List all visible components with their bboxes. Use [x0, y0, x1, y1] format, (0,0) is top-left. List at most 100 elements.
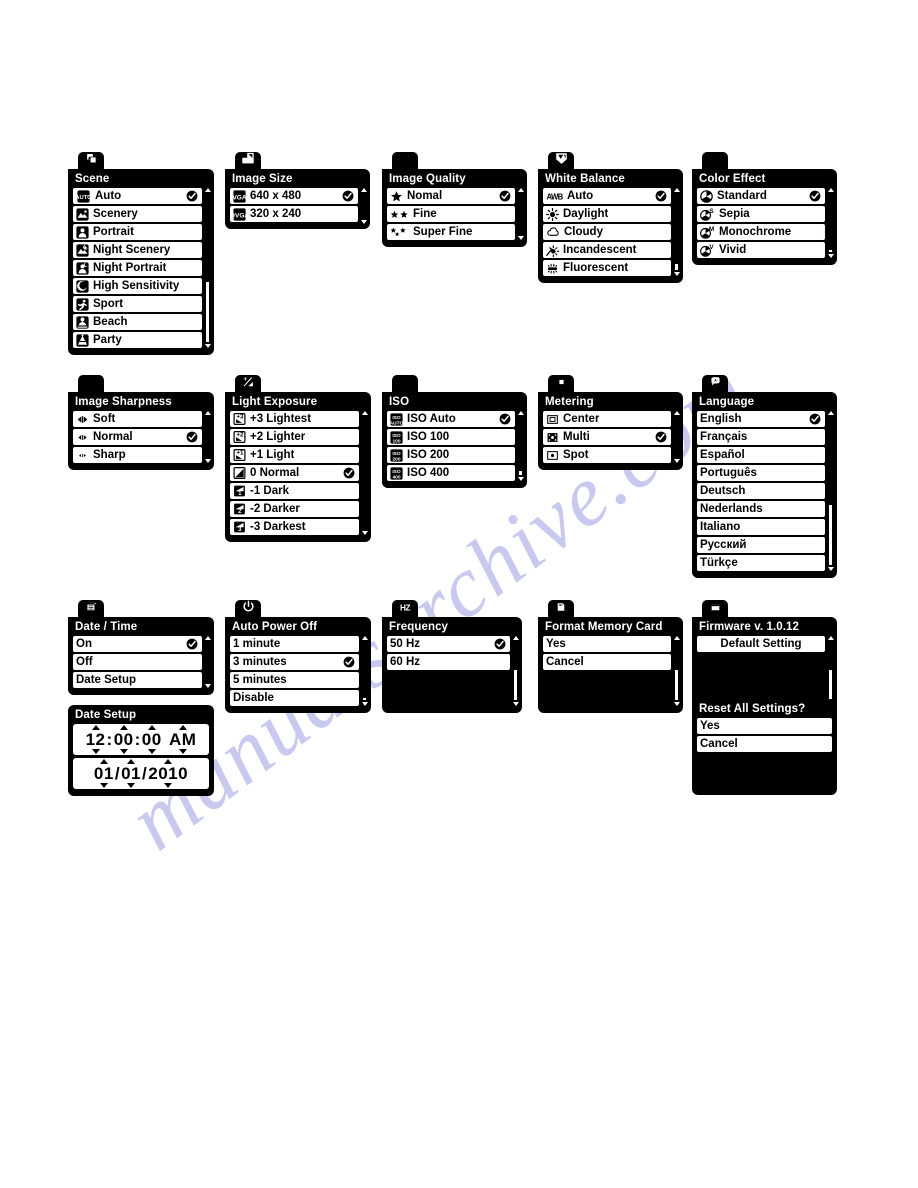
- scrollbar-track[interactable]: [828, 193, 833, 253]
- menu-item-color-effect-3[interactable]: V Vivid: [697, 242, 825, 258]
- menu-item-white-balance-2[interactable]: Cloudy: [543, 224, 671, 240]
- menu-item-scene-1[interactable]: Scenery: [73, 206, 202, 222]
- menu-item-firmware-0[interactable]: Default Setting: [697, 636, 825, 652]
- scrollbar-track[interactable]: [828, 641, 833, 701]
- scrollbar-track[interactable]: [518, 416, 523, 476]
- menu-item-iso-3[interactable]: ISO 400 ISO 400: [387, 465, 515, 481]
- scroll-up-arrow-icon[interactable]: [673, 411, 680, 415]
- panel-tab-metering[interactable]: [548, 375, 574, 393]
- menu-item-date-time-1[interactable]: Off: [73, 654, 202, 670]
- scrollbar[interactable]: [673, 188, 680, 276]
- menu-item-scene-5[interactable]: High Sensitivity: [73, 278, 202, 294]
- scroll-down-arrow-icon[interactable]: [673, 459, 680, 463]
- scrollbar-thumb[interactable]: [363, 642, 366, 698]
- panel-tab-date-time[interactable]: [78, 600, 104, 618]
- spinner-down-arrow-icon[interactable]: [91, 749, 100, 754]
- scrollbar-track[interactable]: [361, 193, 366, 219]
- hour-stepper[interactable]: 12: [86, 725, 106, 754]
- menu-item-language-7[interactable]: Русский: [697, 537, 825, 553]
- menu-item-scene-7[interactable]: Beach: [73, 314, 202, 330]
- menu-item-light-exposure-1[interactable]: +2 +2 Lighter: [230, 429, 359, 445]
- menu-item-light-exposure-0[interactable]: +3 +3 Lightest: [230, 411, 359, 427]
- panel-tab-auto-power-off[interactable]: [235, 600, 261, 618]
- menu-item-image-size-1[interactable]: QVGA 320 x 240: [230, 206, 358, 222]
- menu-item-light-exposure-2[interactable]: +1 +1 Light: [230, 447, 359, 463]
- menu-item-scene-3[interactable]: Night Scenery: [73, 242, 202, 258]
- scrollbar[interactable]: [827, 636, 834, 706]
- scrollbar-thumb[interactable]: [829, 194, 832, 250]
- panel-tab-image-size[interactable]: [235, 152, 261, 170]
- menu-item-white-balance-4[interactable]: Fluorescent: [543, 260, 671, 276]
- scrollbar-thumb[interactable]: [675, 417, 678, 457]
- scrollbar-track[interactable]: [362, 416, 367, 530]
- spinner-down-arrow-icon[interactable]: [178, 749, 187, 754]
- scroll-down-arrow-icon[interactable]: [204, 684, 211, 688]
- menu-item-light-exposure-5[interactable]: 2 -2 Darker: [230, 501, 359, 517]
- menu-item-format-memory-card-0[interactable]: Yes: [543, 636, 671, 652]
- menu-item-color-effect-0[interactable]: Standard: [697, 188, 825, 204]
- scroll-down-arrow-icon[interactable]: [517, 477, 524, 481]
- menu-item-light-exposure-6[interactable]: 3 -3 Darkest: [230, 519, 359, 535]
- scrollbar-thumb[interactable]: [206, 417, 209, 457]
- menu-item-metering-2[interactable]: Spot: [543, 447, 671, 463]
- scroll-up-arrow-icon[interactable]: [673, 188, 680, 192]
- scroll-up-arrow-icon[interactable]: [827, 188, 834, 192]
- spinner-down-arrow-icon[interactable]: [147, 749, 156, 754]
- menu-item-image-sharpness-1[interactable]: Normal: [73, 429, 202, 445]
- menu-item-metering-1[interactable]: Multi: [543, 429, 671, 445]
- scrollbar[interactable]: [204, 636, 211, 688]
- scrollbar[interactable]: [512, 636, 519, 706]
- scroll-up-arrow-icon[interactable]: [204, 188, 211, 192]
- scrollbar-track[interactable]: [518, 193, 523, 235]
- menu-item-scene-2[interactable]: Portrait: [73, 224, 202, 240]
- scrollbar-track[interactable]: [674, 193, 679, 271]
- scrollbar-thumb[interactable]: [519, 417, 522, 471]
- scroll-down-arrow-icon[interactable]: [827, 254, 834, 258]
- panel-tab-scene[interactable]: [78, 152, 104, 170]
- menu-item-iso-0[interactable]: ISO AUTO ISO Auto: [387, 411, 515, 427]
- scrollbar-track[interactable]: [674, 641, 679, 701]
- menu-item-language-6[interactable]: Italiano: [697, 519, 825, 535]
- second-stepper[interactable]: 00: [142, 725, 162, 754]
- panel-tab-firmware[interactable]: [702, 600, 728, 618]
- scroll-down-arrow-icon[interactable]: [204, 344, 211, 348]
- scrollbar[interactable]: [673, 411, 680, 463]
- menu-item-frequency-1[interactable]: 60 Hz: [387, 654, 510, 670]
- menu-item-light-exposure-3[interactable]: 0 Normal: [230, 465, 359, 481]
- menu-item-white-balance-0[interactable]: AWB Auto: [543, 188, 671, 204]
- menu-item-color-effect-1[interactable]: S Sepia: [697, 206, 825, 222]
- scroll-up-arrow-icon[interactable]: [673, 636, 680, 640]
- menu-item-auto-power-off-2[interactable]: 5 minutes: [230, 672, 359, 688]
- scrollbar-track[interactable]: [674, 416, 679, 458]
- spinner-down-arrow-icon[interactable]: [119, 749, 128, 754]
- menu-item-language-3[interactable]: Português: [697, 465, 825, 481]
- day-stepper[interactable]: 01: [121, 759, 141, 788]
- scroll-up-arrow-icon[interactable]: [360, 188, 367, 192]
- meridiem-stepper[interactable]: AM: [169, 725, 196, 754]
- scrollbar[interactable]: [827, 411, 834, 571]
- menu-item-language-4[interactable]: Deutsch: [697, 483, 825, 499]
- scrollbar-thumb[interactable]: [675, 194, 678, 264]
- menu-item-language-2[interactable]: Español: [697, 447, 825, 463]
- menu-item-auto-power-off-1[interactable]: 3 minutes: [230, 654, 359, 670]
- scrollbar-thumb[interactable]: [829, 417, 832, 505]
- scrollbar-track[interactable]: [205, 193, 210, 343]
- year-stepper[interactable]: 2010: [148, 759, 188, 788]
- menu-item-image-size-0[interactable]: VGA 640 x 480: [230, 188, 358, 204]
- scroll-down-arrow-icon[interactable]: [517, 236, 524, 240]
- menu-item-date-time-2[interactable]: Date Setup: [73, 672, 202, 688]
- scrollbar-thumb[interactable]: [519, 194, 522, 234]
- minute-stepper[interactable]: 00: [114, 725, 134, 754]
- menu-item-white-balance-1[interactable]: Daylight: [543, 206, 671, 222]
- menu-item-language-8[interactable]: Türkçe: [697, 555, 825, 571]
- scroll-up-arrow-icon[interactable]: [204, 636, 211, 640]
- menu-item-light-exposure-4[interactable]: 1 -1 Dark: [230, 483, 359, 499]
- scrollbar[interactable]: [361, 636, 368, 706]
- menu-item-scene-8[interactable]: Party: [73, 332, 202, 348]
- scroll-up-arrow-icon[interactable]: [361, 411, 368, 415]
- scroll-down-arrow-icon[interactable]: [512, 702, 519, 706]
- scroll-down-arrow-icon[interactable]: [673, 272, 680, 276]
- spinner-down-arrow-icon[interactable]: [99, 783, 108, 788]
- scrollbar-thumb[interactable]: [206, 642, 209, 682]
- scrollbar-thumb[interactable]: [362, 194, 365, 218]
